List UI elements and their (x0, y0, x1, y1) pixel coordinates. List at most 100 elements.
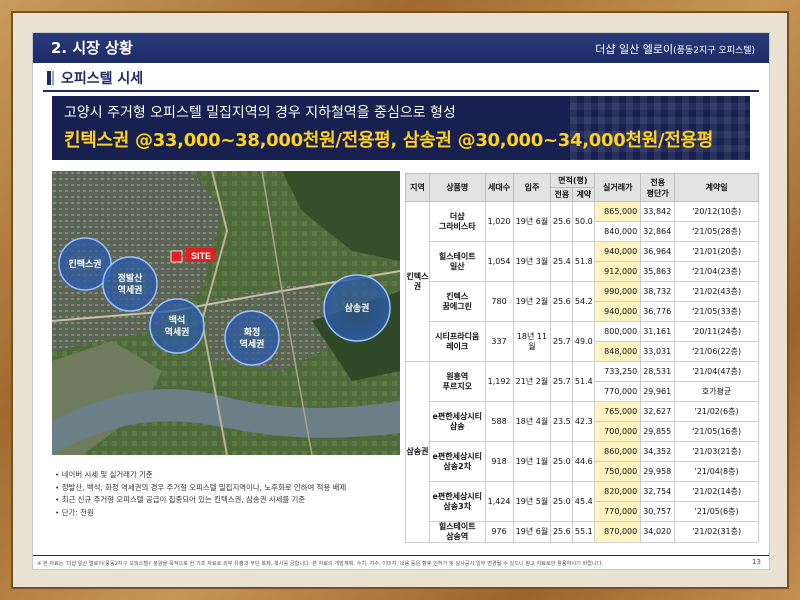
excl-cell: 25.6 (550, 281, 574, 322)
units-cell: 1,054 (484, 241, 514, 282)
price-cell: 820,000 (594, 481, 642, 502)
movein-cell: 19년 6월 (512, 521, 552, 543)
price-cell: 990,000 (594, 281, 642, 302)
contract-cell: 49.0 (572, 321, 596, 362)
date-cell: '21/04(8층) (674, 461, 759, 482)
date-cell: '21/02(31층) (674, 521, 759, 543)
map-image: SITE 킨텍스권 정발산 역세권 백석 역세권 화정 역세권 삼송권 (52, 171, 400, 455)
notes-list: 네이버 시세 및 실거래가 기준 정발산, 백석, 화정 역세권의 경우 주거형… (55, 469, 405, 519)
subheading-bar (47, 71, 51, 85)
excl-cell: 23.5 (550, 401, 574, 442)
contract-cell: 55.1 (572, 521, 596, 543)
per-py-cell: 30,757 (640, 501, 676, 522)
footer-rule (33, 555, 769, 556)
col-per-py: 전용 평단가 (640, 173, 676, 202)
excl-cell: 25.0 (550, 441, 574, 482)
name-cell: e편한세상시티 삼송3차 (428, 481, 486, 522)
movein-cell: 18년 4월 (512, 401, 552, 442)
col-units: 세대수 (484, 173, 514, 202)
price-cell: 770,000 (594, 381, 642, 402)
table-row: e편한세상시티 삼송3차 1,424 19년 5월 25.0 45.4 820,000 32,… (406, 481, 759, 522)
movein-cell: 19년 5월 (512, 481, 552, 522)
date-cell: '21/02(14층) (674, 481, 759, 502)
price-cell: 860,000 (594, 441, 642, 462)
date-cell: '21/05(33층) (674, 301, 759, 322)
contract-cell: 51.8 (572, 241, 596, 282)
price-cell: 865,000 (594, 201, 642, 222)
per-py-cell: 29,958 (640, 461, 676, 482)
table-row: e편한세상시티 삼송 588 18년 4월 23.5 42.3 765,000 32,627 '… (406, 401, 759, 442)
movein-cell: 18년 11월 (512, 321, 552, 362)
subheading-text: 오피스텔 시세 (61, 71, 144, 87)
contract-cell: 54.2 (572, 281, 596, 322)
date-cell: '21/04(47층) (674, 361, 759, 382)
note-item: 네이버 시세 및 실거래가 기준 (55, 469, 405, 482)
date-cell: '21/06(22층) (674, 341, 759, 362)
units-cell: 1,020 (484, 201, 514, 242)
date-cell: '21/03(21층) (674, 441, 759, 462)
title-bar: 2. 시장 상황 더샵 일산 엘로이(풍동2지구 오피스텔) (33, 33, 769, 63)
excl-cell: 25.7 (550, 321, 574, 362)
excl-cell: 25.6 (550, 521, 574, 543)
col-date: 계약일 (674, 173, 759, 202)
contract-cell: 42.3 (572, 401, 596, 442)
table-header-row: 지역 상품명 세대수 입주 면적(평) 실거래가 전용 평단가 계약일 (405, 173, 759, 202)
jeongbalsan-label-2: 역세권 (118, 284, 143, 296)
name-cell: e편한세상시티 삼송2차 (428, 441, 486, 482)
name-cell: 힐스테이트 삼송역 (428, 521, 486, 543)
per-py-cell: 32,754 (640, 481, 676, 502)
excl-cell: 25.7 (550, 361, 574, 402)
units-cell: 337 (484, 321, 514, 362)
col-area: 면적(평) (550, 173, 596, 188)
hwajeong-label-2: 역세권 (240, 338, 265, 350)
baekseok-label-2: 역세권 (165, 326, 190, 338)
per-py-cell: 35,863 (640, 261, 676, 282)
price-cell: 765,000 (594, 401, 642, 422)
per-py-cell: 33,031 (640, 341, 676, 362)
movein-cell: 19년 3월 (512, 241, 552, 282)
region-cell: 킨텍스 권 (405, 201, 430, 362)
name-cell: 힐스테이트 일산 (428, 241, 486, 282)
price-cell: 840,000 (594, 221, 642, 242)
table-row: 힐스테이트 삼송역 976 19년 6월 25.6 55.1 870,000 34,020'2… (406, 521, 759, 543)
movein-cell: 19년 2월 (512, 281, 552, 322)
table-row: 시티프라디움 레이크 337 18년 11월 25.7 49.0 800,000 31,161… (406, 321, 759, 362)
col-per-py-2: 평단가 (646, 188, 669, 198)
units-cell: 976 (484, 521, 514, 543)
site-marker (170, 250, 183, 263)
units-cell: 780 (484, 281, 514, 322)
banner-line2: 킨텍스권 @33,000~38,000천원/전용평, 삼송권 @30,000~3… (64, 130, 714, 151)
name-cell: 더샵 그라비스타 (428, 201, 486, 242)
date-cell: '21/04(23층) (674, 261, 759, 282)
units-cell: 1,424 (484, 481, 514, 522)
per-py-cell: 32,864 (640, 221, 676, 242)
banner-line1: 고양시 주거형 오피스텔 밀집지역의 경우 지하철역을 중심으로 형성 (64, 105, 456, 121)
units-cell: 918 (484, 441, 514, 482)
name-cell: 원흥역 푸르지오 (428, 361, 486, 402)
date-cell: '21/05(16층) (674, 421, 759, 442)
table-row: 삼송권 원흥역 푸르지오 1,192 21년 2월 25.7 51.4 733,250 28,5… (405, 361, 759, 543)
excl-cell: 25.0 (550, 481, 574, 522)
name-cell: 시티프라디움 레이크 (428, 321, 486, 362)
movein-cell: 21년 2월 (512, 361, 552, 402)
name-cell: 킨텍스 꿈에그린 (428, 281, 486, 322)
col-per-py-1: 전용 (650, 177, 666, 187)
table-row: 킨텍스 권 더샵 그라비스타 1,020 19년 6월 25.6 50.0 865,000 33,… (405, 201, 759, 362)
note-item: 최근 신규 주거형 오피스텔 공급이 집중되어 있는 킨텍스권, 삼송권 시세를… (55, 494, 405, 507)
movein-cell: 19년 1월 (512, 441, 552, 482)
region-cell: 삼송권 (405, 361, 430, 543)
note-item: 단가: 천원 (55, 507, 405, 520)
date-cell: '20/12(10층) (674, 201, 759, 222)
project-main: 더샵 일산 엘로이 (595, 43, 674, 56)
per-py-cell: 34,352 (640, 441, 676, 462)
contract-cell: 44.6 (572, 441, 596, 482)
price-cell: 750,000 (594, 461, 642, 482)
slide-page: 2. 시장 상황 더샵 일산 엘로이(풍동2지구 오피스텔) 오피스텔 시세 고… (32, 32, 770, 570)
table-row: 힐스테이트 일산 1,054 19년 3월 25.4 51.8 940,000 36,964 '… (406, 241, 759, 282)
per-py-cell: 29,961 (640, 381, 676, 402)
excl-cell: 25.6 (550, 201, 574, 242)
per-py-cell: 36,776 (640, 301, 676, 322)
per-py-cell: 28,531 (640, 361, 676, 382)
hwajeong-label-1: 화정 (244, 326, 261, 338)
excl-cell: 25.4 (550, 241, 574, 282)
